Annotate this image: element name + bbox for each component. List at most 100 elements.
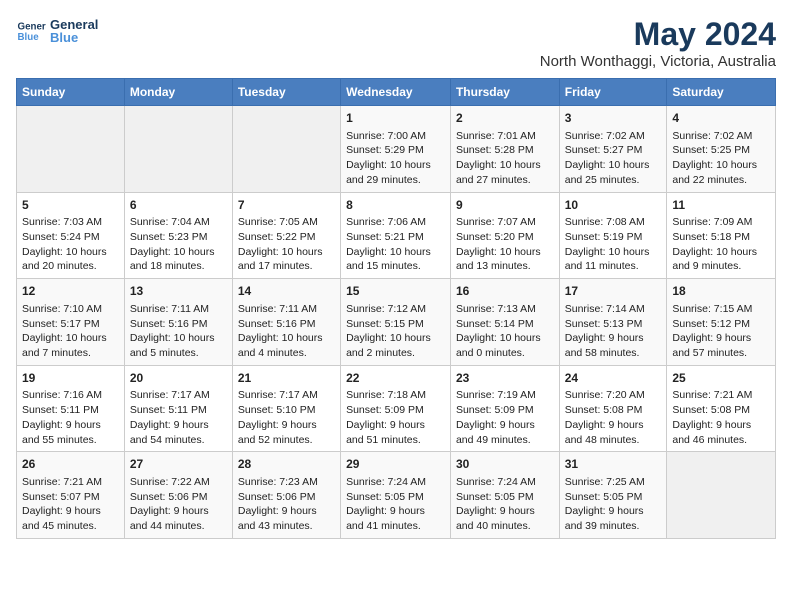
- day-number: 20: [130, 370, 227, 387]
- day-info: Sunset: 5:27 PM: [565, 143, 662, 158]
- day-info: and 13 minutes.: [456, 259, 554, 274]
- day-info: Sunrise: 7:18 AM: [346, 388, 445, 403]
- day-info: and 29 minutes.: [346, 173, 445, 188]
- day-info: Sunrise: 7:05 AM: [238, 215, 335, 230]
- day-info: Sunset: 5:23 PM: [130, 230, 227, 245]
- day-number: 28: [238, 456, 335, 473]
- calendar-table: SundayMondayTuesdayWednesdayThursdayFrid…: [16, 78, 776, 539]
- day-info: Daylight: 9 hours: [565, 418, 662, 433]
- day-info: Daylight: 10 hours: [565, 245, 662, 260]
- day-info: Daylight: 9 hours: [456, 504, 554, 519]
- day-info: Sunrise: 7:14 AM: [565, 302, 662, 317]
- day-info: Daylight: 9 hours: [672, 418, 770, 433]
- day-info: Sunrise: 7:02 AM: [565, 129, 662, 144]
- day-info: Sunrise: 7:25 AM: [565, 475, 662, 490]
- day-info: Daylight: 10 hours: [130, 331, 227, 346]
- day-info: Daylight: 9 hours: [346, 418, 445, 433]
- day-info: and 45 minutes.: [22, 519, 119, 534]
- day-info: Daylight: 10 hours: [238, 245, 335, 260]
- col-header-monday: Monday: [124, 79, 232, 106]
- day-number: 31: [565, 456, 662, 473]
- calendar-cell: 15Sunrise: 7:12 AMSunset: 5:15 PMDayligh…: [341, 279, 451, 366]
- calendar-cell: 29Sunrise: 7:24 AMSunset: 5:05 PMDayligh…: [341, 452, 451, 539]
- logo-blue: Blue: [50, 30, 98, 45]
- col-header-thursday: Thursday: [450, 79, 559, 106]
- col-header-sunday: Sunday: [17, 79, 125, 106]
- day-info: and 54 minutes.: [130, 433, 227, 448]
- calendar-cell: 25Sunrise: 7:21 AMSunset: 5:08 PMDayligh…: [667, 365, 776, 452]
- day-info: Sunrise: 7:03 AM: [22, 215, 119, 230]
- day-number: 7: [238, 197, 335, 214]
- day-number: 11: [672, 197, 770, 214]
- day-info: and 43 minutes.: [238, 519, 335, 534]
- calendar-cell: 13Sunrise: 7:11 AMSunset: 5:16 PMDayligh…: [124, 279, 232, 366]
- calendar-cell: 30Sunrise: 7:24 AMSunset: 5:05 PMDayligh…: [450, 452, 559, 539]
- day-number: 2: [456, 110, 554, 127]
- calendar-cell: 3 Sunrise: 7:02 AMSunset: 5:27 PMDaylight…: [559, 106, 667, 193]
- calendar-cell: 10Sunrise: 7:08 AMSunset: 5:19 PMDayligh…: [559, 192, 667, 279]
- day-info: Sunrise: 7:15 AM: [672, 302, 770, 317]
- day-info: Daylight: 10 hours: [238, 331, 335, 346]
- day-info: Sunrise: 7:04 AM: [130, 215, 227, 230]
- day-number: 29: [346, 456, 445, 473]
- day-info: and 49 minutes.: [456, 433, 554, 448]
- day-info: and 22 minutes.: [672, 173, 770, 188]
- calendar-cell: 23Sunrise: 7:19 AMSunset: 5:09 PMDayligh…: [450, 365, 559, 452]
- day-info: Daylight: 9 hours: [130, 504, 227, 519]
- day-info: Daylight: 9 hours: [238, 418, 335, 433]
- day-info: Sunrise: 7:20 AM: [565, 388, 662, 403]
- day-info: and 52 minutes.: [238, 433, 335, 448]
- day-info: Daylight: 10 hours: [565, 158, 662, 173]
- calendar-cell: 14Sunrise: 7:11 AMSunset: 5:16 PMDayligh…: [232, 279, 340, 366]
- day-info: Sunrise: 7:11 AM: [130, 302, 227, 317]
- calendar-cell: 24Sunrise: 7:20 AMSunset: 5:08 PMDayligh…: [559, 365, 667, 452]
- calendar-cell: 11Sunrise: 7:09 AMSunset: 5:18 PMDayligh…: [667, 192, 776, 279]
- day-info: Sunrise: 7:06 AM: [346, 215, 445, 230]
- day-info: Sunrise: 7:21 AM: [22, 475, 119, 490]
- subtitle: North Wonthaggi, Victoria, Australia: [540, 53, 776, 70]
- week-row-4: 19Sunrise: 7:16 AMSunset: 5:11 PMDayligh…: [17, 365, 776, 452]
- day-info: and 48 minutes.: [565, 433, 662, 448]
- calendar-cell: 6Sunrise: 7:04 AMSunset: 5:23 PMDaylight…: [124, 192, 232, 279]
- logo: General Blue General Blue: [16, 16, 98, 46]
- week-row-5: 26Sunrise: 7:21 AMSunset: 5:07 PMDayligh…: [17, 452, 776, 539]
- day-info: and 57 minutes.: [672, 346, 770, 361]
- day-number: 15: [346, 283, 445, 300]
- day-info: and 58 minutes.: [565, 346, 662, 361]
- day-info: Sunset: 5:12 PM: [672, 317, 770, 332]
- day-info: Daylight: 10 hours: [346, 245, 445, 260]
- day-info: Daylight: 9 hours: [346, 504, 445, 519]
- calendar-cell: [232, 106, 340, 193]
- day-info: Daylight: 9 hours: [456, 418, 554, 433]
- day-info: and 5 minutes.: [130, 346, 227, 361]
- day-info: and 39 minutes.: [565, 519, 662, 534]
- day-info: Sunset: 5:14 PM: [456, 317, 554, 332]
- calendar-cell: 1Sunrise: 7:00 AMSunset: 5:29 PMDaylight…: [341, 106, 451, 193]
- calendar-cell: 5Sunrise: 7:03 AMSunset: 5:24 PMDaylight…: [17, 192, 125, 279]
- day-info: Sunset: 5:28 PM: [456, 143, 554, 158]
- day-info: Sunset: 5:19 PM: [565, 230, 662, 245]
- day-info: Sunset: 5:15 PM: [346, 317, 445, 332]
- calendar-cell: 16Sunrise: 7:13 AMSunset: 5:14 PMDayligh…: [450, 279, 559, 366]
- day-number: 10: [565, 197, 662, 214]
- day-number: 13: [130, 283, 227, 300]
- day-info: Daylight: 10 hours: [22, 245, 119, 260]
- day-number: 14: [238, 283, 335, 300]
- day-number: 8: [346, 197, 445, 214]
- day-info: Sunset: 5:09 PM: [456, 403, 554, 418]
- day-number: 1: [346, 110, 445, 127]
- day-number: 27: [130, 456, 227, 473]
- col-header-tuesday: Tuesday: [232, 79, 340, 106]
- day-info: Sunrise: 7:12 AM: [346, 302, 445, 317]
- day-info: Daylight: 10 hours: [346, 158, 445, 173]
- day-number: 23: [456, 370, 554, 387]
- calendar-cell: 21Sunrise: 7:17 AMSunset: 5:10 PMDayligh…: [232, 365, 340, 452]
- day-info: and 25 minutes.: [565, 173, 662, 188]
- calendar-cell: 4Sunrise: 7:02 AMSunset: 5:25 PMDaylight…: [667, 106, 776, 193]
- day-number: 3: [565, 110, 662, 127]
- day-info: Sunset: 5:16 PM: [238, 317, 335, 332]
- day-info: Sunset: 5:09 PM: [346, 403, 445, 418]
- day-info: Sunset: 5:25 PM: [672, 143, 770, 158]
- day-info: and 9 minutes.: [672, 259, 770, 274]
- day-info: Sunset: 5:11 PM: [130, 403, 227, 418]
